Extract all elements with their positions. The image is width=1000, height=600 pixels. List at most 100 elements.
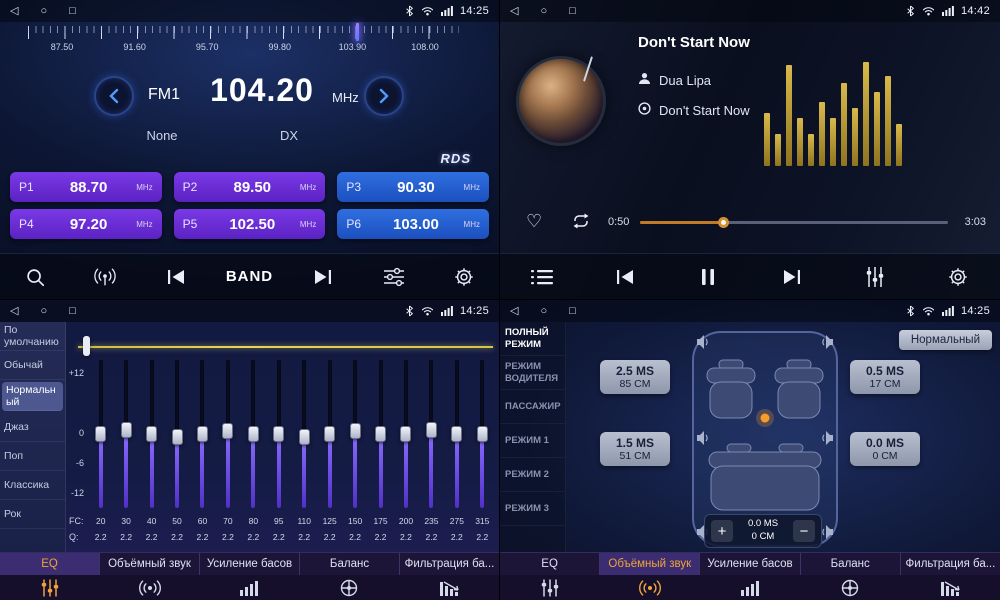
recents-icon[interactable]: □ xyxy=(569,300,576,322)
recents-icon[interactable]: □ xyxy=(569,0,576,22)
settings-gear-button[interactable] xyxy=(932,258,984,296)
home-icon[interactable]: ○ xyxy=(540,0,547,22)
surround-icon[interactable] xyxy=(600,578,700,598)
seek-handle[interactable] xyxy=(718,217,729,228)
eq-band-slider[interactable] xyxy=(444,360,469,508)
eq-slider-thumb[interactable] xyxy=(324,426,335,442)
preset-button-p6[interactable]: P6103.00MHz xyxy=(337,209,489,239)
surround-mode-item[interactable]: РЕЖИМ 2 xyxy=(500,458,565,492)
eq-band-slider[interactable] xyxy=(241,360,266,508)
decrease-delay-button[interactable]: − xyxy=(793,520,815,542)
pause-button[interactable] xyxy=(682,258,734,296)
eq-preset-item[interactable]: Рок xyxy=(0,500,65,529)
home-icon[interactable]: ○ xyxy=(40,0,47,22)
eq-band-slider[interactable] xyxy=(470,360,495,508)
broadcast-antenna-button[interactable] xyxy=(79,258,131,296)
eq-slider-thumb[interactable] xyxy=(197,426,208,442)
tune-up-button[interactable] xyxy=(364,76,404,116)
rear-left-delay[interactable]: 1.5 MS 51 CM xyxy=(600,432,670,466)
eq-band-slider[interactable] xyxy=(190,360,215,508)
surround-mode-item[interactable]: РЕЖИМ ВОДИТЕЛЯ xyxy=(500,356,565,390)
eq-band-slider[interactable] xyxy=(317,360,342,508)
preset-button-p3[interactable]: P390.30MHz xyxy=(337,172,489,202)
eq-slider-thumb[interactable] xyxy=(350,423,361,439)
recents-icon[interactable]: □ xyxy=(69,0,76,22)
back-icon[interactable]: ◁ xyxy=(510,0,518,22)
equalizer-button[interactable] xyxy=(849,258,901,296)
eq-slider-thumb[interactable] xyxy=(172,429,183,445)
eq-slider-thumb[interactable] xyxy=(273,426,284,442)
increase-delay-button[interactable]: + xyxy=(711,520,733,542)
next-track-button[interactable] xyxy=(766,258,818,296)
tab-surround[interactable]: Объёмный звук xyxy=(600,553,700,575)
tune-down-button[interactable] xyxy=(94,76,134,116)
surround-mode-item[interactable]: РЕЖИМ 3 xyxy=(500,492,565,526)
surround-mode-item[interactable]: ПАССАЖИР xyxy=(500,390,565,424)
bass-boost-icon[interactable] xyxy=(200,579,300,597)
eq-preset-item[interactable]: Джаз xyxy=(0,413,65,442)
tab-surround[interactable]: Объёмный звук xyxy=(100,553,200,575)
eq-band-slider[interactable] xyxy=(164,360,189,508)
preset-button-p5[interactable]: P5102.50MHz xyxy=(174,209,326,239)
balance-icon[interactable] xyxy=(299,578,399,598)
bass-boost-icon[interactable] xyxy=(700,579,800,597)
tab-filter[interactable]: Фильтрация ба... xyxy=(901,553,1000,575)
favorite-button[interactable]: ♡ xyxy=(526,212,542,230)
tab-bass-boost[interactable]: Усиление басов xyxy=(700,553,800,575)
eq-slider-thumb[interactable] xyxy=(222,423,233,439)
previous-track-button[interactable] xyxy=(599,258,651,296)
eq-preset-item[interactable]: Обычай xyxy=(0,351,65,380)
front-right-delay[interactable]: 0.5 MS 17 CM xyxy=(850,360,920,394)
eq-slider-thumb[interactable] xyxy=(299,429,310,445)
recents-icon[interactable]: □ xyxy=(69,300,76,322)
eq-band-slider[interactable] xyxy=(393,360,418,508)
sound-preset-chip[interactable]: Нормальный xyxy=(899,330,992,350)
eq-preset-item[interactable]: Поп xyxy=(0,442,65,471)
front-left-delay[interactable]: 2.5 MS 85 CM xyxy=(600,360,670,394)
eq-band-slider[interactable] xyxy=(342,360,367,508)
tab-balance[interactable]: Баланс xyxy=(801,553,901,575)
eq-slider-thumb[interactable] xyxy=(451,426,462,442)
filter-icon[interactable] xyxy=(399,579,499,597)
playlist-button[interactable] xyxy=(516,258,568,296)
previous-station-button[interactable] xyxy=(150,258,202,296)
back-icon[interactable]: ◁ xyxy=(510,300,518,322)
eq-slider-thumb[interactable] xyxy=(426,422,437,438)
surround-mode-item[interactable]: РЕЖИМ 1 xyxy=(500,424,565,458)
eq-preset-item[interactable]: По умолчанию xyxy=(0,322,65,351)
preset-button-p1[interactable]: P188.70MHz xyxy=(10,172,162,202)
audio-sliders-button[interactable] xyxy=(368,258,420,296)
eq-band-slider[interactable] xyxy=(113,360,138,508)
home-icon[interactable]: ○ xyxy=(540,300,547,322)
filter-icon[interactable] xyxy=(900,579,1000,597)
eq-preset-item[interactable]: Классика xyxy=(0,471,65,500)
eq-slider-thumb[interactable] xyxy=(375,426,386,442)
balance-icon[interactable] xyxy=(800,578,900,598)
rear-right-delay[interactable]: 0.0 MS 0 CM xyxy=(850,432,920,466)
eq-slider-thumb[interactable] xyxy=(400,426,411,442)
eq-preset-item[interactable]: Нормальный xyxy=(2,382,63,411)
eq-band-slider[interactable] xyxy=(419,360,444,508)
eq-icon[interactable] xyxy=(0,578,100,598)
eq-band-slider[interactable] xyxy=(368,360,393,508)
band-button[interactable]: BAND xyxy=(220,258,279,296)
back-icon[interactable]: ◁ xyxy=(10,300,18,322)
eq-band-slider[interactable] xyxy=(266,360,291,508)
eq-band-slider[interactable] xyxy=(88,360,113,508)
seek-bar[interactable] xyxy=(640,221,948,224)
tab-balance[interactable]: Баланс xyxy=(300,553,400,575)
eq-icon[interactable] xyxy=(500,578,600,598)
home-icon[interactable]: ○ xyxy=(40,300,47,322)
eq-slider-thumb[interactable] xyxy=(146,426,157,442)
settings-gear-button[interactable] xyxy=(438,258,490,296)
scan-button[interactable] xyxy=(9,258,61,296)
preset-button-p4[interactable]: P497.20MHz xyxy=(10,209,162,239)
surround-icon[interactable] xyxy=(100,578,200,598)
next-station-button[interactable] xyxy=(297,258,349,296)
preset-button-p2[interactable]: P289.50MHz xyxy=(174,172,326,202)
eq-band-slider[interactable] xyxy=(139,360,164,508)
eq-slider-thumb[interactable] xyxy=(477,426,488,442)
album-art[interactable] xyxy=(516,56,606,146)
repeat-button[interactable] xyxy=(570,213,592,234)
tab-bass-boost[interactable]: Усиление басов xyxy=(200,553,300,575)
